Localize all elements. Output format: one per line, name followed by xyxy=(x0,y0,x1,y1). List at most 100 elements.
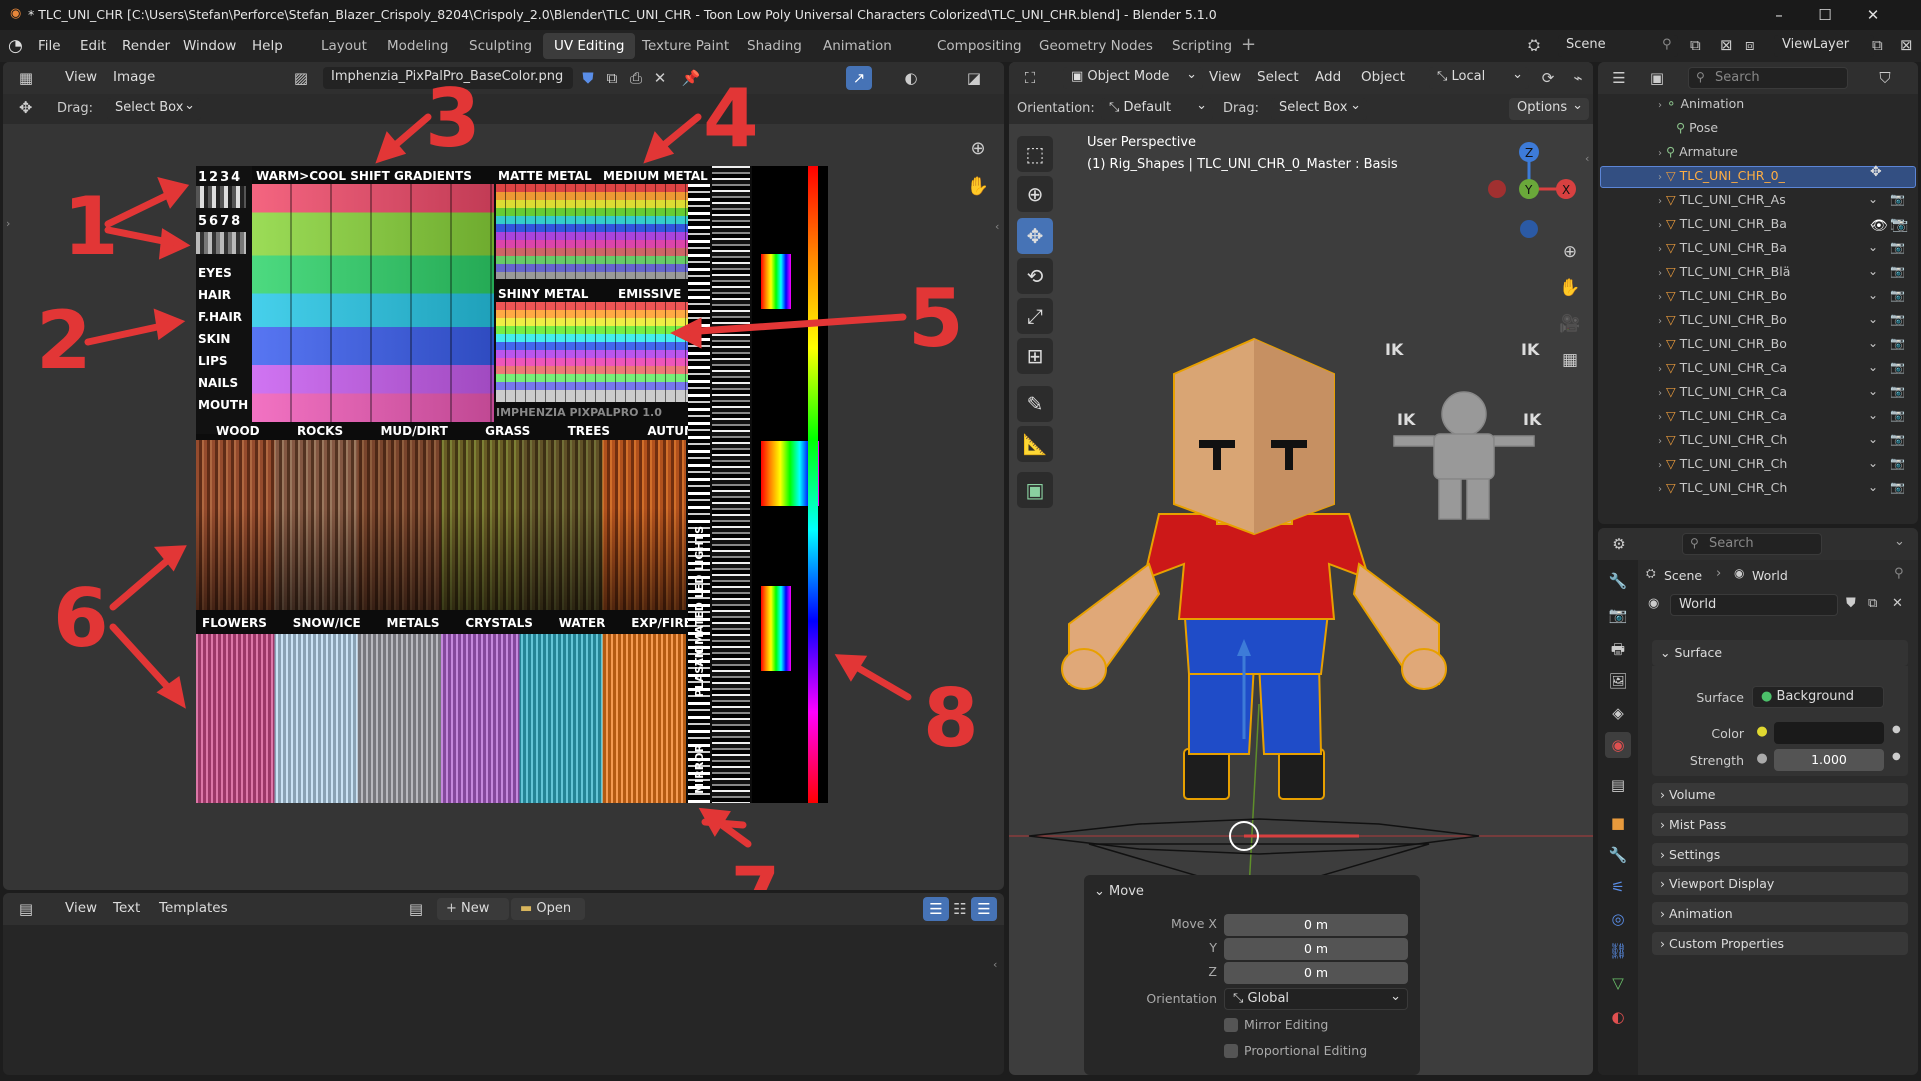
snap-icon[interactable]: ⌁ xyxy=(1565,66,1591,90)
viewport-menu-add[interactable]: Add xyxy=(1315,69,1341,85)
blender-menu-icon[interactable]: ◔ xyxy=(8,36,23,56)
move-z-field[interactable]: 0 m xyxy=(1224,962,1408,984)
proportional-editing-checkbox[interactable] xyxy=(1224,1044,1238,1058)
tab-animation[interactable]: Animation xyxy=(812,33,903,59)
options-dropdown[interactable]: Options xyxy=(1509,96,1589,120)
pin-icon[interactable]: ⚲ xyxy=(1662,37,1672,52)
render-tab-icon[interactable]: 📷 xyxy=(1605,602,1631,628)
settings-panel[interactable]: › Settings xyxy=(1652,843,1908,866)
pose-toggle-icon[interactable]: ✥ xyxy=(1870,164,1882,180)
close-window-icon[interactable]: ✕ xyxy=(1850,4,1896,26)
tool-tab-icon[interactable]: 🔧 xyxy=(1605,568,1631,594)
expand-icon[interactable]: › xyxy=(1658,292,1662,303)
3d-viewport[interactable]: ⛶ ▣ Object Mode View Select Add Object ⤡… xyxy=(1009,62,1593,1075)
transform-tool-icon[interactable]: ⊞ xyxy=(1017,338,1053,374)
remove-view-layer-icon[interactable]: ⊠ xyxy=(1900,36,1913,54)
move-tool-icon[interactable]: ✥ xyxy=(1017,218,1053,254)
tab-modeling[interactable]: Modeling xyxy=(376,33,459,59)
line-numbers-icon[interactable]: ☰ xyxy=(923,897,949,921)
outliner-editor-type-icon[interactable]: ☰ xyxy=(1606,66,1632,90)
expand-icon[interactable]: › xyxy=(1658,484,1662,495)
view-layer-icon[interactable]: ⧈ xyxy=(1745,36,1755,54)
viewport-pan-icon[interactable]: ✋ xyxy=(1557,276,1583,300)
tab-sculpting[interactable]: Sculpting xyxy=(458,33,543,59)
ortho-toggle-icon[interactable]: ▦ xyxy=(1557,348,1583,372)
move-y-field[interactable]: 0 m xyxy=(1224,938,1408,960)
viewport-zoom-icon[interactable]: ⊕ xyxy=(1557,240,1583,264)
data-tab-icon[interactable]: ▽ xyxy=(1605,970,1631,996)
physics-tab-icon[interactable]: ◎ xyxy=(1605,906,1631,932)
modifier-tab-icon[interactable]: 🔧 xyxy=(1605,842,1631,868)
pivot-icon[interactable]: ⟳ xyxy=(1535,66,1561,90)
new-view-layer-icon[interactable]: ⧉ xyxy=(1872,36,1883,54)
viewport-menu-view[interactable]: View xyxy=(1209,69,1241,85)
view-layer-field[interactable]: ViewLayer xyxy=(1774,35,1874,57)
volume-panel[interactable]: › Volume xyxy=(1652,783,1908,806)
tab-shading[interactable]: Shading xyxy=(736,33,813,59)
text-sidebar-expand-icon[interactable]: ‹ xyxy=(993,958,997,971)
viewport-drag-select[interactable]: Select Box xyxy=(1271,96,1367,120)
text-editor-type-icon[interactable]: ▤ xyxy=(13,897,39,921)
display-mode-icon[interactable]: ▣ xyxy=(1644,66,1670,90)
add-workspace-icon[interactable]: + xyxy=(1241,34,1256,55)
object-tab-icon[interactable]: ■ xyxy=(1605,810,1631,836)
move-orientation-select[interactable]: ⤡ Global xyxy=(1224,987,1408,1010)
animation-panel[interactable]: › Animation xyxy=(1652,902,1908,925)
tab-texture-paint[interactable]: Texture Paint xyxy=(631,33,740,59)
expand-icon[interactable]: › xyxy=(1658,244,1662,255)
expand-icon[interactable]: › xyxy=(1658,412,1662,423)
expand-icon[interactable]: › xyxy=(1658,220,1662,231)
properties-editor-type-icon[interactable]: ⚙ xyxy=(1606,532,1632,556)
surface-panel-header[interactable]: ⌄ Surface xyxy=(1652,640,1908,666)
menu-edit[interactable]: Edit xyxy=(80,38,106,54)
expand-icon[interactable]: › xyxy=(1658,364,1662,375)
color-keyframe-icon[interactable]: ● xyxy=(1892,724,1901,735)
expand-icon[interactable]: › xyxy=(1658,340,1662,351)
color-swatch[interactable] xyxy=(1774,722,1884,744)
add-cube-tool-icon[interactable]: ▣ xyxy=(1017,472,1053,508)
open-text-button[interactable]: ▬ Open xyxy=(511,898,585,920)
strength-field[interactable]: 1.000 xyxy=(1774,749,1884,771)
expand-icon[interactable]: › xyxy=(1658,196,1662,207)
viewport-sidebar-expand-icon[interactable]: ‹ xyxy=(1585,152,1589,165)
navigation-gizmo[interactable]: Z X Y xyxy=(1479,134,1579,244)
syntax-highlight-icon[interactable]: ☰ xyxy=(971,897,997,921)
remove-scene-icon[interactable]: ⊠ xyxy=(1720,36,1733,54)
strength-keyframe-icon[interactable]: ● xyxy=(1892,751,1901,762)
scene-tab-icon[interactable]: ◈ xyxy=(1605,700,1631,726)
mirror-editing-checkbox[interactable] xyxy=(1224,1018,1238,1032)
camera-icon[interactable]: 📷 xyxy=(1892,218,1908,233)
surface-select[interactable]: ● Background xyxy=(1752,686,1884,708)
cursor-tool-icon[interactable]: ⊕ xyxy=(1017,176,1053,212)
measure-tool-icon[interactable]: 📐 xyxy=(1017,426,1053,462)
viewport-menu-object[interactable]: Object xyxy=(1361,69,1405,85)
camera-view-icon[interactable]: 🎥 xyxy=(1557,312,1583,336)
color-socket-icon[interactable]: ● xyxy=(1752,722,1772,742)
text-menu-view[interactable]: View xyxy=(65,900,97,916)
scene-icon[interactable]: ⛭ xyxy=(1528,36,1540,54)
world-tab-icon[interactable]: ◉ xyxy=(1605,732,1631,758)
orientation-select[interactable]: ⤡ Default xyxy=(1101,96,1213,120)
view-layer-tab-icon[interactable]: 🖼 xyxy=(1605,668,1631,694)
scene-field[interactable]: Scene xyxy=(1558,35,1678,57)
tab-uv-editing[interactable]: UV Editing xyxy=(543,33,636,59)
move-panel-header[interactable]: ⌄ Move xyxy=(1094,884,1144,899)
new-text-button[interactable]: + New xyxy=(437,898,509,920)
text-menu-text[interactable]: Text xyxy=(113,900,140,916)
expand-icon[interactable]: › xyxy=(1658,436,1662,447)
filter-icon[interactable]: ⛉ xyxy=(1872,66,1898,90)
expand-icon[interactable]: › xyxy=(1658,388,1662,399)
output-tab-icon[interactable]: 🖶 xyxy=(1605,636,1631,662)
tab-geometry-nodes[interactable]: Geometry Nodes xyxy=(1028,33,1164,59)
menu-help[interactable]: Help xyxy=(252,38,283,54)
particles-tab-icon[interactable]: ⚟ xyxy=(1605,874,1631,900)
tab-compositing[interactable]: Compositing xyxy=(926,33,1033,59)
text-browse-icon[interactable]: ▤ xyxy=(403,897,429,921)
transform-space-select[interactable]: ⤡ Local xyxy=(1429,65,1529,89)
custom-properties-panel[interactable]: › Custom Properties xyxy=(1652,932,1908,955)
eye-icon[interactable]: 👁 xyxy=(1870,218,1888,234)
viewport-display-panel[interactable]: › Viewport Display xyxy=(1652,872,1908,895)
expand-icon[interactable]: › xyxy=(1658,460,1662,471)
word-wrap-icon[interactable]: ☷ xyxy=(947,897,973,921)
tab-layout[interactable]: Layout xyxy=(310,33,378,59)
